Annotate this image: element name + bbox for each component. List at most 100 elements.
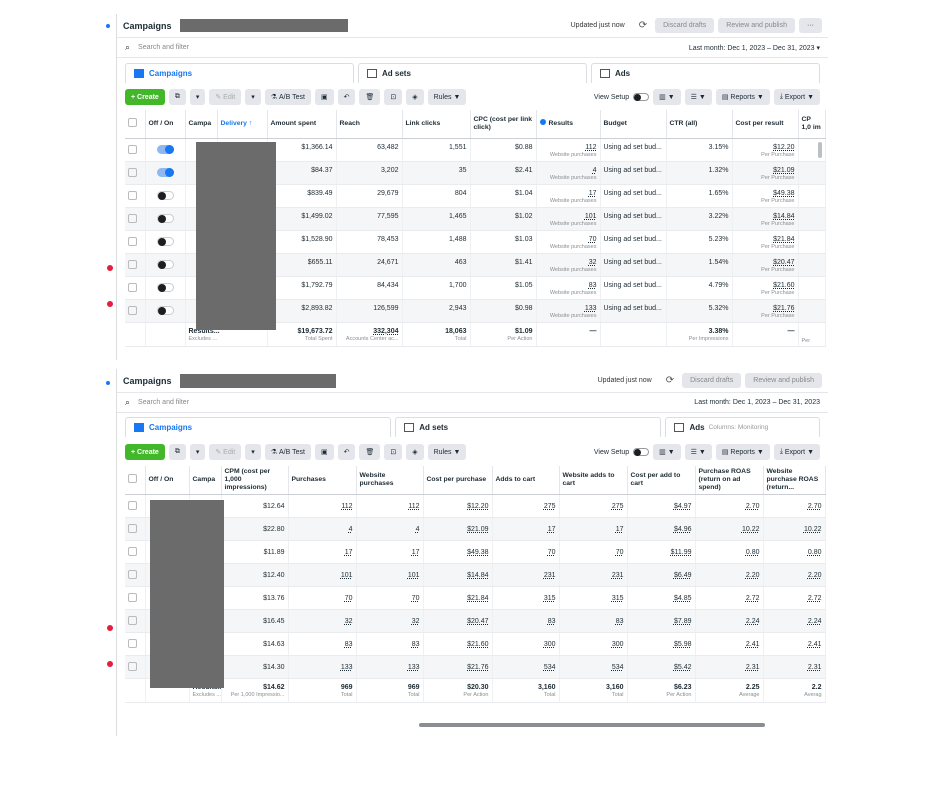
row-toggle[interactable] bbox=[145, 253, 186, 277]
campaign-toggle[interactable] bbox=[156, 167, 174, 177]
table-row[interactable]: $14.30 133 133 $21.76 534 534 $5.42 2.31 2.31 bbox=[125, 655, 826, 679]
row-toggle[interactable] bbox=[145, 230, 186, 254]
col-website-purchases[interactable]: Website purchases bbox=[356, 466, 424, 495]
row-select[interactable] bbox=[125, 609, 146, 633]
row-checkbox[interactable] bbox=[128, 616, 137, 625]
table-row[interactable]: $16.45 32 32 $20.47 83 83 $7.89 2.24 2.24 bbox=[125, 609, 826, 633]
search-bar[interactable]: ⌕ Search and filter Last month: Dec 1, 2… bbox=[117, 393, 828, 413]
search-bar[interactable]: ⌕ Search and filter Last month: Dec 1, 2… bbox=[117, 38, 828, 58]
campaign-toggle[interactable] bbox=[156, 305, 174, 315]
row-checkbox[interactable] bbox=[128, 144, 137, 154]
row-checkbox[interactable] bbox=[128, 305, 137, 315]
row-checkbox[interactable] bbox=[128, 593, 137, 602]
col-reach[interactable]: Reach bbox=[336, 110, 403, 139]
delete-button[interactable]: 🗑 bbox=[359, 89, 381, 105]
col-cost-per-add-to-cart[interactable]: Cost per add to cart bbox=[627, 466, 696, 495]
row-select[interactable] bbox=[125, 563, 146, 587]
row-checkbox[interactable] bbox=[128, 570, 137, 579]
create-button[interactable]: + Create bbox=[125, 89, 165, 105]
col-cost-per-result[interactable]: Cost per result bbox=[732, 110, 799, 139]
edit-button[interactable]: ✎ Edit bbox=[209, 89, 242, 105]
col-website-adds-to-cart[interactable]: Website adds to cart bbox=[559, 466, 628, 495]
col-cpm[interactable]: CP 1,0 im bbox=[798, 110, 826, 139]
row-toggle[interactable] bbox=[145, 276, 186, 300]
reports-button[interactable]: ▤ Reports ▼ bbox=[715, 444, 770, 460]
archive-button[interactable]: ▣ bbox=[314, 89, 334, 105]
columns-button[interactable]: ▥ ▼ bbox=[653, 89, 681, 105]
select-all-checkbox[interactable] bbox=[128, 474, 137, 483]
delete-button[interactable]: 🗑 bbox=[359, 444, 381, 460]
col-link-clicks[interactable]: Link clicks bbox=[402, 110, 471, 139]
review-publish-button[interactable]: Review and publish bbox=[745, 373, 822, 388]
row-toggle[interactable] bbox=[145, 138, 186, 162]
refresh-icon[interactable]: ⟳ bbox=[666, 375, 674, 386]
tab-ads[interactable]: Ads bbox=[591, 63, 820, 83]
create-button[interactable]: + Create bbox=[125, 444, 165, 460]
refresh-icon[interactable]: ⟳ bbox=[639, 20, 647, 31]
select-all-header[interactable] bbox=[125, 110, 146, 139]
row-checkbox[interactable] bbox=[128, 524, 137, 533]
tab-ad-sets[interactable]: Ad sets bbox=[358, 63, 587, 83]
select-all-checkbox[interactable] bbox=[128, 117, 137, 127]
export-button[interactable]: ⤓ Export ▼ bbox=[773, 89, 820, 105]
rules-button[interactable]: Rules ▼ bbox=[427, 89, 467, 105]
table-row[interactable]: $13.76 70 70 $21.84 315 315 $4.85 2.72 2.72 bbox=[125, 586, 826, 610]
row-select[interactable] bbox=[125, 207, 146, 231]
ab-test-button[interactable]: ⚗ A/B Test bbox=[264, 444, 311, 460]
select-all-header[interactable] bbox=[125, 466, 146, 495]
col-campaign[interactable]: Campa bbox=[185, 110, 218, 139]
tag-button[interactable]: ◈ bbox=[406, 444, 424, 460]
duplicate-button[interactable]: ⧉ bbox=[168, 89, 186, 105]
row-checkbox[interactable] bbox=[128, 167, 137, 177]
date-range-picker[interactable]: Last month: Dec 1, 2023 – Dec 31, 2023 ▾ bbox=[689, 44, 820, 52]
col-off-on[interactable]: Off / On bbox=[145, 466, 190, 495]
campaign-toggle[interactable] bbox=[156, 213, 174, 223]
row-checkbox[interactable] bbox=[128, 639, 137, 648]
col-website-purchase-roas[interactable]: Website purchase ROAS (return... bbox=[763, 466, 826, 495]
col-purchases[interactable]: Purchases bbox=[288, 466, 357, 495]
row-checkbox[interactable] bbox=[128, 547, 137, 556]
row-checkbox[interactable] bbox=[128, 501, 137, 510]
vertical-scrollbar[interactable] bbox=[818, 142, 822, 158]
row-select[interactable] bbox=[125, 494, 146, 518]
row-toggle[interactable] bbox=[145, 161, 186, 185]
duplicate-button[interactable]: ⧉ bbox=[168, 444, 186, 460]
row-checkbox[interactable] bbox=[128, 190, 137, 200]
export-button[interactable]: ⤓ Export ▼ bbox=[773, 444, 820, 460]
col-adds-to-cart[interactable]: Adds to cart bbox=[492, 466, 560, 495]
view-setup-toggle[interactable]: View Setup bbox=[594, 93, 650, 101]
col-campaign[interactable]: Campa bbox=[189, 466, 222, 495]
preview-button[interactable]: ⊡ bbox=[384, 89, 403, 105]
row-checkbox[interactable] bbox=[128, 662, 137, 671]
search-input[interactable]: Search and filter bbox=[138, 44, 189, 51]
duplicate-dropdown[interactable]: ▾ bbox=[189, 444, 206, 460]
col-off-on[interactable]: Off / On bbox=[145, 110, 186, 139]
col-delivery[interactable]: Delivery ↑ bbox=[217, 110, 268, 139]
col-cpc[interactable]: CPC (cost per link click) bbox=[470, 110, 537, 139]
tab-ads[interactable]: Ads Columns: Monitoring bbox=[665, 417, 820, 437]
col-cpm[interactable]: CPM (cost per 1,000 impressions) bbox=[221, 466, 289, 495]
row-checkbox[interactable] bbox=[128, 236, 137, 246]
tab-campaigns[interactable]: Campaigns bbox=[125, 63, 354, 83]
campaign-toggle[interactable] bbox=[156, 236, 174, 246]
breakdown-button[interactable]: ☰ ▼ bbox=[684, 89, 712, 105]
row-checkbox[interactable] bbox=[128, 282, 137, 292]
view-setup-toggle[interactable]: View Setup bbox=[594, 448, 650, 456]
table-row[interactable]: $12.40 101 101 $14.84 231 231 $6.49 2.20 2.20 bbox=[125, 563, 826, 587]
columns-button[interactable]: ▥ ▼ bbox=[653, 444, 681, 460]
row-select[interactable] bbox=[125, 655, 146, 679]
row-toggle[interactable] bbox=[145, 184, 186, 208]
edit-dropdown[interactable]: ▾ bbox=[245, 89, 261, 105]
row-select[interactable] bbox=[125, 632, 146, 656]
col-results[interactable]: Results bbox=[536, 110, 601, 139]
row-select[interactable] bbox=[125, 299, 146, 323]
ab-test-button[interactable]: ⚗ A/B Test bbox=[264, 89, 311, 105]
row-select[interactable] bbox=[125, 586, 146, 610]
campaign-toggle[interactable] bbox=[156, 282, 174, 292]
campaign-toggle[interactable] bbox=[156, 259, 174, 269]
preview-button[interactable]: ⊡ bbox=[384, 444, 403, 460]
table-row[interactable]: $14.63 83 83 $21.60 300 300 $5.98 2.41 2.41 bbox=[125, 632, 826, 656]
row-select[interactable] bbox=[125, 276, 146, 300]
col-amount-spent[interactable]: Amount spent bbox=[267, 110, 337, 139]
row-checkbox[interactable] bbox=[128, 213, 137, 223]
